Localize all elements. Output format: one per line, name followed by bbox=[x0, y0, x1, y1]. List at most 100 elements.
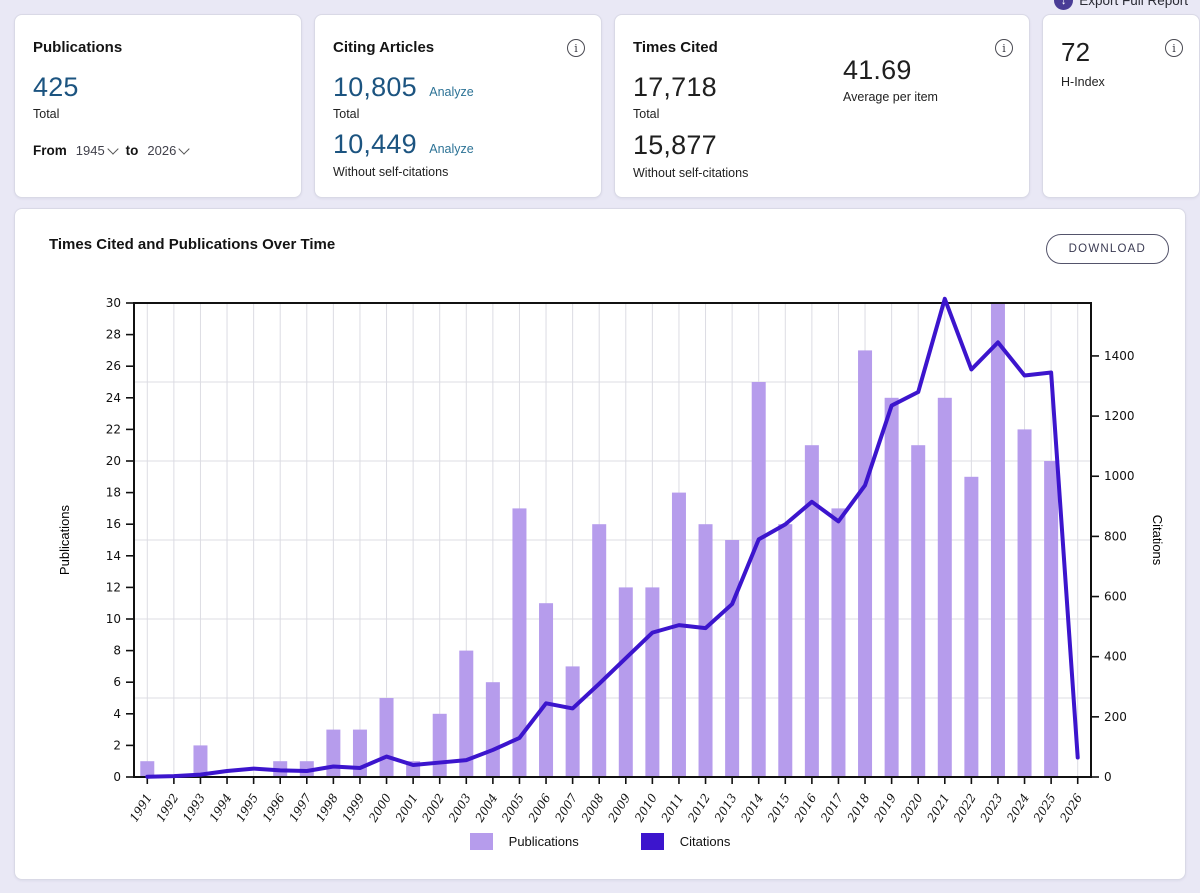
svg-text:800: 800 bbox=[1104, 529, 1127, 543]
publications-bar bbox=[938, 398, 952, 777]
times-cited-card: Times Cited i 17,718 Total 15,877 Withou… bbox=[614, 14, 1030, 198]
svg-text:2016: 2016 bbox=[791, 791, 820, 825]
info-icon[interactable]: i bbox=[995, 39, 1013, 57]
legend-citations-label: Citations bbox=[680, 834, 731, 849]
svg-text:1991: 1991 bbox=[127, 791, 155, 824]
svg-text:2020: 2020 bbox=[897, 791, 926, 825]
svg-text:24: 24 bbox=[106, 391, 121, 405]
svg-text:2006: 2006 bbox=[525, 791, 554, 825]
publications-bar bbox=[778, 524, 792, 777]
svg-text:18: 18 bbox=[106, 486, 121, 500]
svg-text:1999: 1999 bbox=[339, 791, 367, 825]
summary-cards-row: Publications 425 Total From 1945 to 2026… bbox=[14, 14, 1200, 198]
svg-text:1998: 1998 bbox=[313, 791, 341, 825]
to-year-value: 2026 bbox=[147, 143, 176, 158]
svg-text:0: 0 bbox=[113, 770, 121, 784]
download-button[interactable]: DOWNLOAD bbox=[1046, 234, 1169, 264]
svg-text:1200: 1200 bbox=[1104, 409, 1135, 423]
publications-bar bbox=[592, 524, 606, 777]
publications-bar bbox=[566, 666, 580, 777]
to-year-dropdown[interactable]: 2026 bbox=[147, 143, 188, 158]
from-year-value: 1945 bbox=[76, 143, 105, 158]
svg-text:2017: 2017 bbox=[817, 791, 846, 825]
export-icon: ↓ bbox=[1054, 0, 1073, 10]
times-cited-total-value: 17,718 bbox=[633, 73, 1011, 101]
svg-text:2014: 2014 bbox=[738, 791, 767, 825]
publications-swatch bbox=[470, 833, 493, 850]
svg-text:30: 30 bbox=[106, 296, 121, 310]
svg-text:2000: 2000 bbox=[365, 791, 394, 825]
citing-articles-without-self-label: Without self-citations bbox=[333, 165, 583, 179]
svg-text:2021: 2021 bbox=[924, 791, 953, 825]
times-cited-without-self-label: Without self-citations bbox=[633, 166, 1011, 180]
svg-text:2007: 2007 bbox=[552, 791, 581, 825]
svg-text:1995: 1995 bbox=[233, 791, 261, 824]
publications-bar bbox=[326, 730, 340, 777]
publications-bar bbox=[858, 350, 872, 777]
citing-articles-without-self-value: 10,449 bbox=[333, 130, 417, 158]
svg-text:2004: 2004 bbox=[472, 791, 501, 825]
svg-text:4: 4 bbox=[113, 707, 121, 721]
svg-text:16: 16 bbox=[106, 517, 121, 531]
publications-bar bbox=[831, 508, 845, 777]
svg-text:22: 22 bbox=[106, 422, 121, 436]
publications-bar bbox=[619, 587, 633, 777]
h-index-label: H-Index bbox=[1061, 75, 1181, 89]
publications-bar bbox=[380, 698, 394, 777]
svg-text:2001: 2001 bbox=[392, 791, 421, 825]
publications-bar bbox=[1018, 429, 1032, 777]
svg-text:1000: 1000 bbox=[1104, 469, 1135, 483]
from-year-dropdown[interactable]: 1945 bbox=[76, 143, 117, 158]
svg-text:400: 400 bbox=[1104, 650, 1127, 664]
svg-text:600: 600 bbox=[1104, 590, 1127, 604]
svg-text:2002: 2002 bbox=[419, 791, 448, 825]
svg-text:0: 0 bbox=[1104, 770, 1112, 784]
svg-text:2022: 2022 bbox=[950, 791, 979, 825]
right-axis-title: Citations bbox=[1150, 515, 1165, 566]
svg-text:2003: 2003 bbox=[445, 791, 474, 825]
svg-text:28: 28 bbox=[106, 328, 121, 342]
svg-text:20: 20 bbox=[106, 454, 121, 468]
citing-articles-total-label: Total bbox=[333, 107, 583, 121]
svg-text:26: 26 bbox=[106, 359, 121, 373]
svg-text:2010: 2010 bbox=[631, 791, 660, 825]
svg-text:14: 14 bbox=[106, 549, 121, 563]
analyze-link[interactable]: Analyze bbox=[429, 85, 473, 99]
svg-text:2009: 2009 bbox=[605, 791, 634, 825]
legend-item-publications: Publications bbox=[470, 833, 579, 850]
info-icon[interactable]: i bbox=[567, 39, 585, 57]
publications-bar bbox=[991, 303, 1005, 777]
publications-bar bbox=[752, 382, 766, 777]
svg-text:6: 6 bbox=[113, 675, 121, 689]
svg-text:1993: 1993 bbox=[180, 791, 208, 825]
publications-bar bbox=[645, 587, 659, 777]
legend-item-citations: Citations bbox=[641, 833, 731, 850]
from-label: From bbox=[33, 143, 67, 158]
legend-publications-label: Publications bbox=[509, 834, 579, 849]
export-label: Export Full Report bbox=[1079, 0, 1188, 8]
chevron-down-icon bbox=[107, 143, 118, 154]
publications-bar bbox=[539, 603, 553, 777]
h-index-card: 72 i H-Index bbox=[1042, 14, 1200, 198]
analyze-link[interactable]: Analyze bbox=[429, 142, 473, 156]
svg-text:2026: 2026 bbox=[1057, 791, 1086, 825]
svg-text:1400: 1400 bbox=[1104, 349, 1135, 363]
left-axis-title: Publications bbox=[57, 504, 72, 575]
publications-bar bbox=[433, 714, 447, 777]
publications-bar bbox=[911, 445, 925, 777]
svg-text:2015: 2015 bbox=[764, 791, 793, 825]
svg-text:2023: 2023 bbox=[977, 791, 1006, 825]
svg-text:10: 10 bbox=[106, 612, 121, 626]
publications-bar bbox=[805, 445, 819, 777]
citations-swatch bbox=[641, 833, 664, 850]
citing-articles-card-title: Citing Articles bbox=[333, 39, 583, 56]
svg-text:2011: 2011 bbox=[658, 791, 687, 825]
times-cited-publications-chart: 0246810121416182022242628300200400600800… bbox=[15, 279, 1187, 834]
citing-articles-card: Citing Articles i 10,805 Analyze Total 1… bbox=[314, 14, 602, 198]
info-icon[interactable]: i bbox=[1165, 39, 1183, 57]
svg-text:2012: 2012 bbox=[684, 791, 713, 825]
export-full-report-button[interactable]: ↓ Export Full Report bbox=[1054, 0, 1188, 12]
times-cited-average-label: Average per item bbox=[843, 90, 938, 104]
publications-total-value: 425 bbox=[33, 73, 283, 101]
svg-text:12: 12 bbox=[106, 580, 121, 594]
